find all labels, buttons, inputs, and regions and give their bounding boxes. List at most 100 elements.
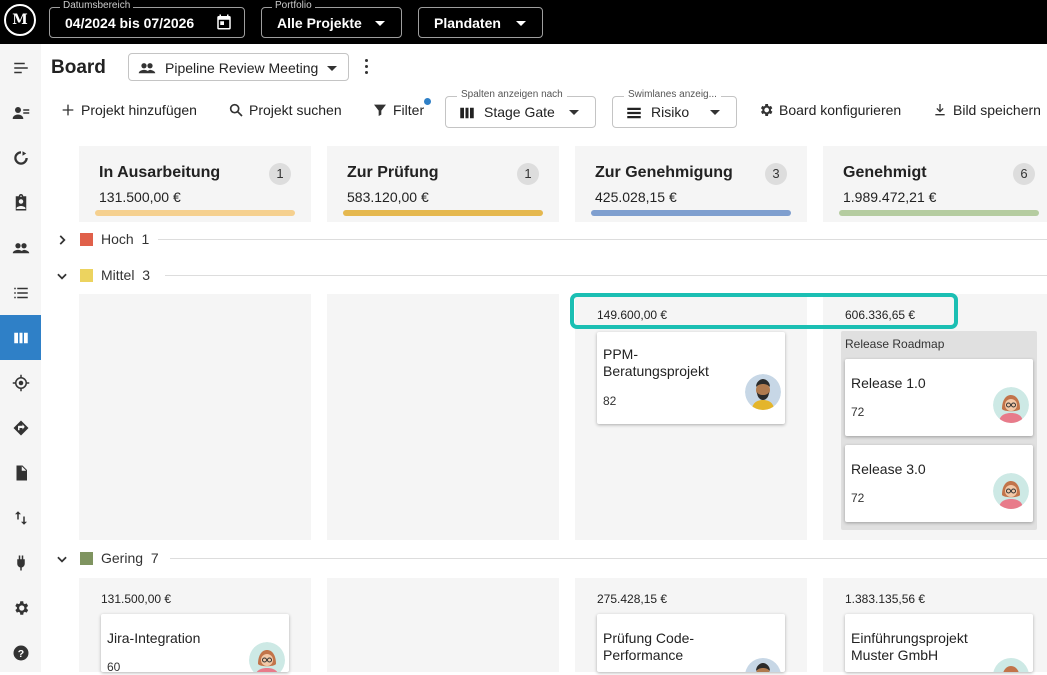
chevron-down-icon	[327, 66, 337, 71]
swimlane-label: Hoch 1	[101, 231, 150, 247]
chevron-down-icon	[57, 273, 67, 280]
card-score: 72	[851, 405, 865, 419]
swimlane-count: 7	[150, 550, 159, 566]
risk-color-swatch	[80, 269, 93, 282]
sidebar-item-help[interactable]: ?	[0, 630, 41, 675]
configure-board-label: Board konfigurieren	[779, 102, 902, 118]
portfolio-label: Portfolio	[272, 0, 315, 12]
sidebar-item-target[interactable]	[0, 360, 41, 405]
date-range-field[interactable]: Datumsbereich 04/2024 bis 07/2026	[49, 0, 245, 38]
search-project-button[interactable]: Projekt suchen	[228, 102, 342, 118]
project-card[interactable]: Prüfung Code-Performance	[597, 614, 785, 672]
sidebar-item-settings[interactable]	[0, 585, 41, 630]
board-cell[interactable]	[327, 578, 559, 672]
board-cell[interactable]	[327, 294, 559, 540]
project-card[interactable]: Einführungsprojekt Muster GmbH	[845, 614, 1033, 672]
document-icon	[16, 465, 27, 480]
divider	[165, 275, 1047, 276]
column-count-badge: 6	[1013, 163, 1035, 185]
column-count-badge: 1	[269, 163, 291, 185]
card-score: 72	[851, 491, 865, 505]
swimlanes-select-value: Risiko	[651, 104, 690, 120]
column-sum: 131.500,00 €	[99, 189, 181, 205]
save-image-button[interactable]: Bild speichern	[932, 102, 1041, 118]
project-card[interactable]: PPM-Beratungsprojekt 82	[597, 332, 785, 424]
swimlanes-select[interactable]: Swimlanes anzeig... Risiko	[612, 89, 737, 128]
column-header[interactable]: Zur Genehmigung 425.028,15 € 3	[575, 146, 807, 222]
swimlane-hoch[interactable]: Hoch 1	[41, 230, 1047, 250]
download-icon	[935, 104, 945, 116]
top-bar: M Datumsbereich 04/2024 bis 07/2026 Port…	[0, 0, 1047, 44]
sidebar-item-team[interactable]	[0, 225, 41, 270]
add-project-label: Projekt hinzufügen	[81, 102, 197, 118]
sidebar-item-plugin[interactable]	[0, 540, 41, 585]
project-card[interactable]: Release 3.0 72	[845, 445, 1033, 522]
board-cell[interactable]	[79, 294, 311, 540]
columns-select-label: Spalten anzeigen nach	[457, 89, 567, 100]
date-range-label: Datumsbereich	[60, 0, 134, 12]
swimlane-mittel[interactable]: Mittel 3	[41, 266, 1047, 286]
sidebar-item-document[interactable]	[0, 450, 41, 495]
card-score: 82	[603, 394, 617, 408]
filter-active-badge	[424, 98, 431, 105]
more-options-icon[interactable]	[361, 58, 371, 76]
avatar	[993, 387, 1029, 423]
column-count-badge: 1	[517, 163, 539, 185]
chevron-down-icon	[710, 110, 720, 115]
column-header[interactable]: In Ausarbeitung 131.500,00 € 1	[79, 146, 311, 222]
direction-icon	[13, 420, 28, 435]
card-title: Release 3.0	[851, 461, 926, 477]
divider	[158, 239, 1047, 240]
swimlane-label: Gering 7	[101, 550, 159, 566]
sidebar-item-direction[interactable]	[0, 405, 41, 450]
menu-icon[interactable]	[0, 45, 41, 90]
column-header[interactable]: Genehmigt 1.989.472,21 € 6	[823, 146, 1047, 222]
column-title: Zur Genehmigung	[595, 164, 733, 181]
board-columns-icon	[13, 332, 28, 343]
chevron-down-icon	[375, 21, 385, 26]
column-color-bar	[839, 210, 1039, 216]
app-logo[interactable]: M	[4, 4, 36, 36]
filter-icon	[374, 104, 386, 116]
card-title: Release 1.0	[851, 375, 926, 391]
date-range-value: 04/2024 bis 07/2026	[65, 15, 195, 31]
column-color-bar	[95, 210, 295, 216]
avatar	[745, 658, 781, 672]
help-icon: ?	[13, 645, 28, 660]
columns-select[interactable]: Spalten anzeigen nach Stage Gate	[445, 89, 596, 128]
project-card[interactable]: Release 1.0 72	[845, 359, 1033, 436]
column-header[interactable]: Zur Prüfung 583.120,00 € 1	[327, 146, 559, 222]
configure-board-button[interactable]: Board konfigurieren	[758, 102, 901, 118]
plandaten-value: Plandaten	[434, 15, 501, 31]
sidebar-item-board[interactable]	[0, 315, 41, 360]
project-card[interactable]: Jira-Integration 60	[101, 614, 289, 674]
swap-vertical-icon	[14, 510, 27, 525]
page-title: Board	[51, 57, 106, 78]
svg-text:?: ?	[17, 647, 23, 659]
sidebar-item-cycle[interactable]	[0, 135, 41, 180]
sidebar-item-list[interactable]	[0, 270, 41, 315]
swimlane-gering[interactable]: Gering 7	[41, 549, 1047, 569]
portfolio-select[interactable]: Portfolio Alle Projekte	[261, 0, 402, 38]
calendar-icon[interactable]	[215, 13, 233, 36]
meeting-select[interactable]: Pipeline Review Meeting	[128, 53, 349, 81]
cell-sum: 275.428,15 €	[597, 592, 668, 606]
sidebar-item-swap[interactable]	[0, 495, 41, 540]
divider	[170, 558, 1047, 559]
swimlane-label: Mittel 3	[101, 267, 151, 283]
filter-button[interactable]: Filter	[372, 102, 424, 118]
gear-icon	[760, 104, 773, 116]
group-icon	[12, 242, 29, 253]
column-count-badge: 3	[765, 163, 787, 185]
sidebar-item-people-list[interactable]	[0, 90, 41, 135]
highlight-box	[570, 293, 958, 329]
plug-icon	[16, 555, 25, 570]
sidebar-item-clipboard[interactable]	[0, 180, 41, 225]
add-project-button[interactable]: Projekt hinzufügen	[60, 102, 197, 118]
sidebar: ?	[0, 44, 41, 672]
cycle-icon	[13, 150, 28, 165]
list-icon	[13, 287, 28, 298]
avatar	[993, 658, 1029, 672]
plandaten-select[interactable]: Plandaten	[418, 7, 543, 38]
plus-icon	[62, 104, 74, 116]
